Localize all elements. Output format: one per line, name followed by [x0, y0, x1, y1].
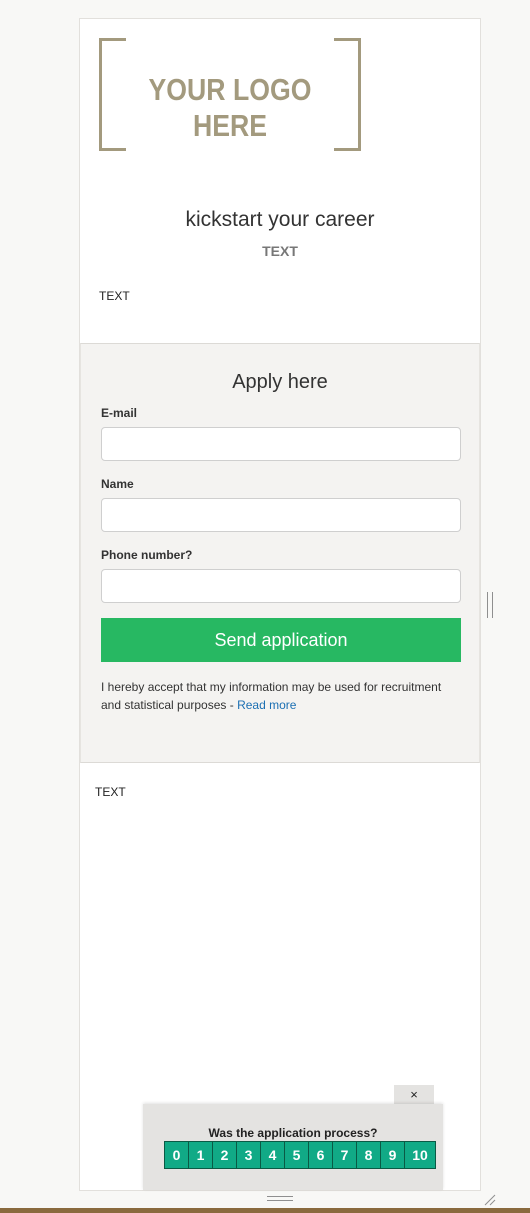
survey-question: Was the application process? [208, 1126, 378, 1140]
phone-label: Phone number? [101, 548, 193, 562]
rating-scale: 0 1 2 3 4 5 6 7 8 9 10 [164, 1141, 436, 1169]
rating-option-1[interactable]: 1 [189, 1142, 212, 1168]
side-drag-handle-icon[interactable] [487, 592, 493, 618]
survey-popup: Was the application process? 0 1 2 3 4 5… [143, 1104, 443, 1190]
footer-text: TEXT [95, 785, 126, 799]
page-preview-frame: YOUR LOGO HERE kickstart your career TEX… [79, 18, 481, 1191]
rating-option-2[interactable]: 2 [213, 1142, 236, 1168]
read-more-link[interactable]: Read more [237, 698, 296, 712]
page-headline: kickstart your career [185, 208, 375, 231]
rating-option-9[interactable]: 9 [381, 1142, 404, 1168]
rating-option-6[interactable]: 6 [309, 1142, 332, 1168]
resize-grip-icon[interactable] [484, 1193, 496, 1206]
rating-option-10[interactable]: 10 [405, 1142, 435, 1168]
email-field[interactable] [101, 427, 461, 461]
logo-text: YOUR LOGO HERE [148, 72, 312, 143]
page-subheading: TEXT [262, 243, 298, 259]
application-form: Apply here E-mail Name Phone number? Sen… [80, 343, 480, 763]
email-label: E-mail [101, 406, 138, 420]
close-icon: × [410, 1087, 418, 1102]
logo-placeholder: YOUR LOGO HERE [99, 38, 361, 151]
survey-close-button[interactable]: × [394, 1085, 434, 1105]
window-bottom-edge [0, 1208, 530, 1213]
consent-notice: I hereby accept that my information may … [101, 678, 461, 714]
form-title: Apply here [232, 371, 328, 393]
send-application-button[interactable]: Send application [101, 618, 461, 662]
name-label: Name [101, 477, 134, 491]
rating-option-3[interactable]: 3 [237, 1142, 260, 1168]
rating-option-4[interactable]: 4 [261, 1142, 284, 1168]
rating-option-8[interactable]: 8 [357, 1142, 380, 1168]
phone-field[interactable] [101, 569, 461, 603]
name-field[interactable] [101, 498, 461, 532]
rating-option-0[interactable]: 0 [165, 1142, 188, 1168]
bottom-drag-handle-icon[interactable] [267, 1196, 293, 1201]
intro-text: TEXT [99, 289, 130, 303]
rating-option-7[interactable]: 7 [333, 1142, 356, 1168]
rating-option-5[interactable]: 5 [285, 1142, 308, 1168]
